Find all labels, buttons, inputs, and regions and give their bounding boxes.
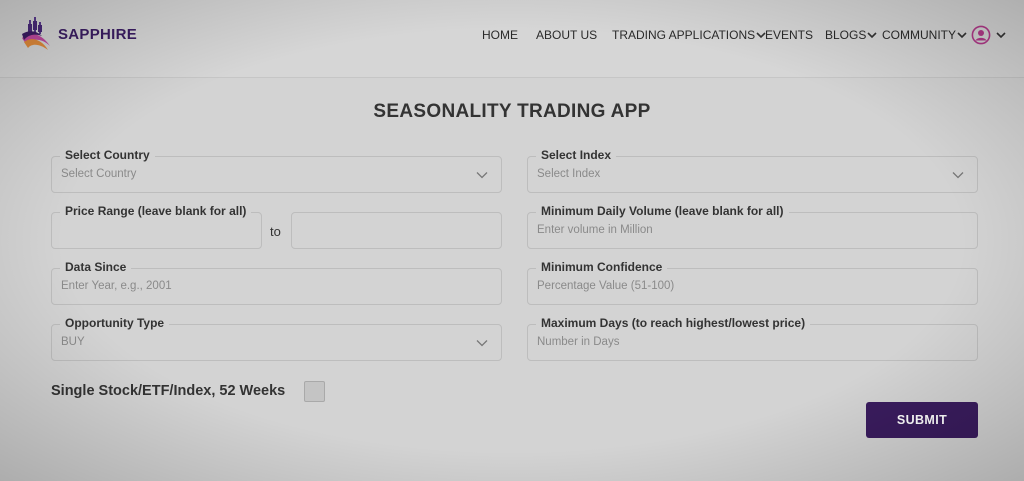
nav-events-label: EVENTS: [765, 28, 814, 42]
nav-about-us-label: ABOUT US: [536, 28, 598, 42]
opportunity-type-select[interactable]: Opportunity Type BUY: [51, 316, 502, 361]
nav-community-label: COMMUNITY: [882, 28, 956, 42]
chevron-down-icon: [476, 172, 488, 179]
price-range-separator: to: [270, 224, 281, 239]
user-menu[interactable]: [971, 25, 1007, 45]
data-since-label: Data Since: [60, 260, 132, 274]
min-volume-placeholder: Enter volume in Million: [537, 224, 653, 236]
brand-name: SAPPHIRE: [58, 25, 138, 43]
min-confidence-placeholder: Percentage Value (51-100): [537, 280, 675, 292]
nav-trading-applications[interactable]: TRADING APPLICATIONS: [612, 28, 766, 42]
single-stock-checkbox[interactable]: [304, 381, 325, 402]
chevron-down-icon: [957, 32, 967, 39]
nav-events[interactable]: EVENTS: [765, 28, 813, 42]
price-max-input[interactable]: [291, 212, 502, 249]
nav-blogs[interactable]: BLOGS: [825, 28, 877, 42]
single-stock-label: Single Stock/ETF/Index, 52 Weeks: [51, 383, 286, 399]
price-range-label: Price Range (leave blank for all): [60, 204, 252, 218]
candlestick-swoosh-logo: [22, 17, 50, 50]
chevron-down-icon: [476, 340, 488, 347]
nav-blogs-label: BLOGS: [825, 28, 867, 42]
data-since-input[interactable]: Data Since Enter Year, e.g., 2001: [51, 260, 502, 305]
data-since-placeholder: Enter Year, e.g., 2001: [61, 280, 172, 292]
chevron-down-icon: [996, 32, 1006, 39]
submit-button[interactable]: SUBMIT: [866, 402, 978, 438]
brand-logo[interactable]: SAPPHIRE: [20, 16, 137, 52]
max-days-input[interactable]: Maximum Days (to reach highest/lowest pr…: [527, 316, 978, 361]
nav-about-us[interactable]: ABOUT US: [536, 28, 597, 42]
min-volume-input[interactable]: Minimum Daily Volume (leave blank for al…: [527, 204, 978, 249]
site-header: SAPPHIRE HOME ABOUT US TRADING APPLICATI…: [0, 0, 1024, 78]
country-select[interactable]: Select Country Select Country: [51, 148, 502, 193]
max-days-label: Maximum Days (to reach highest/lowest pr…: [536, 316, 811, 330]
opportunity-type-value: BUY: [61, 336, 85, 348]
price-min-input[interactable]: Price Range (leave blank for all): [51, 204, 262, 249]
min-confidence-input[interactable]: Minimum Confidence Percentage Value (51-…: [527, 260, 978, 305]
nav-home-label: HOME: [482, 28, 518, 42]
min-confidence-label: Minimum Confidence: [536, 260, 668, 274]
nav-community[interactable]: COMMUNITY: [882, 28, 967, 42]
index-placeholder: Select Index: [537, 168, 601, 180]
min-volume-label: Minimum Daily Volume (leave blank for al…: [536, 204, 789, 218]
index-select[interactable]: Select Index Select Index: [527, 148, 978, 193]
chevron-down-icon: [867, 32, 877, 39]
nav-home[interactable]: HOME: [482, 28, 518, 42]
chevron-down-icon: [952, 172, 964, 179]
country-label: Select Country: [60, 148, 155, 162]
opportunity-type-label: Opportunity Type: [60, 316, 170, 330]
page-title: SEASONALITY TRADING APP: [373, 101, 651, 122]
max-days-placeholder: Number in Days: [537, 336, 620, 348]
index-label: Select Index: [536, 148, 617, 162]
user-avatar-icon: [971, 25, 991, 45]
country-placeholder: Select Country: [61, 168, 137, 180]
nav-trading-applications-label: TRADING APPLICATIONS: [612, 28, 756, 42]
